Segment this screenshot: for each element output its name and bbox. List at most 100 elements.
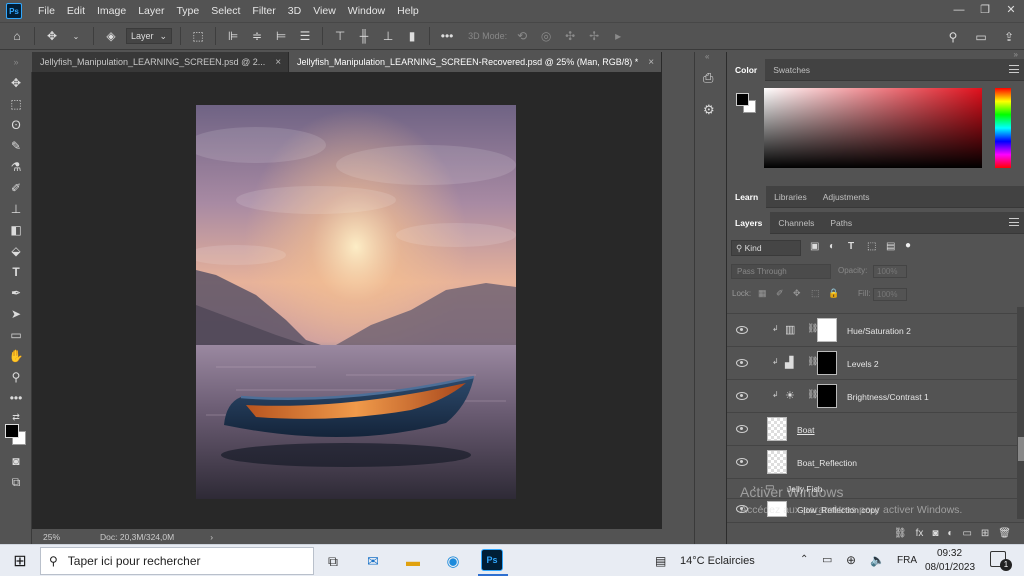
language-indicator[interactable]: FRA [897, 555, 917, 566]
tab-paths[interactable]: Paths [822, 212, 860, 234]
close-button[interactable]: ✕ [998, 0, 1024, 22]
new-adjustment-icon[interactable]: ◐ [947, 528, 953, 539]
distribute-vertical-icon[interactable]: ▮ [403, 27, 421, 45]
align-left-icon[interactable]: ⊫ [224, 27, 242, 45]
menu-layer[interactable]: Layer [132, 0, 170, 22]
layer-thumbnail[interactable] [767, 417, 787, 441]
tab-layers[interactable]: Layers [727, 211, 771, 234]
align-center-icon[interactable]: ≑ [248, 27, 266, 45]
visibility-eye-icon[interactable] [736, 326, 748, 334]
layer-mask-thumbnail[interactable] [817, 318, 837, 342]
layer-row[interactable]: ↲ ▟ ⛓ Levels 2 [727, 347, 1017, 380]
more-options-icon[interactable]: ••• [438, 27, 456, 45]
filter-toggle-icon[interactable]: ● [905, 240, 911, 251]
layer-row[interactable]: Boat [727, 413, 1017, 446]
hand-tool-icon[interactable]: ✋ [6, 347, 26, 365]
menu-file[interactable]: File [32, 0, 61, 22]
workspace-icon[interactable]: ▭ [972, 28, 990, 46]
gradient-tool-icon[interactable]: ⬙ [6, 242, 26, 260]
fill-input[interactable]: 100% [873, 288, 907, 301]
layer-row[interactable]: Boat_Reflection [727, 446, 1017, 479]
marquee-tool-icon[interactable]: ⬚ [6, 95, 26, 113]
lock-artboard-icon[interactable]: ⬚ [811, 288, 820, 299]
visibility-eye-icon[interactable] [736, 392, 748, 400]
collapse-arrows-icon[interactable]: « [705, 52, 709, 61]
menu-3d[interactable]: 3D [282, 0, 307, 22]
layer-row[interactable]: ↲ ▥ ⛓ Hue/Saturation 2 [727, 314, 1017, 347]
quick-mask-icon[interactable]: ◙ [6, 452, 26, 470]
filter-pixel-icon[interactable]: ▣ [810, 241, 819, 252]
minimize-button[interactable]: — [946, 0, 972, 22]
task-view-icon[interactable]: ⧉ [321, 549, 345, 573]
chevron-down-icon[interactable]: ⌄ [67, 27, 85, 45]
battery-icon[interactable]: ▭ [822, 553, 832, 566]
menu-window[interactable]: Window [342, 0, 391, 22]
weather-icon[interactable]: ▤ [655, 554, 666, 568]
lock-position-icon[interactable]: ✥ [793, 288, 801, 299]
tab-color[interactable]: Color [727, 58, 766, 81]
move-tool-icon[interactable]: ✥ [6, 74, 26, 92]
type-tool-icon[interactable]: T [6, 263, 26, 281]
pan-3d-icon[interactable]: ✣ [561, 27, 579, 45]
toolbar-collapse[interactable]: » [0, 52, 32, 72]
scrollbar-thumb[interactable] [1018, 437, 1024, 461]
menu-image[interactable]: Image [91, 0, 132, 22]
clock-date[interactable]: 08/01/2023 [925, 562, 975, 573]
orbit-3d-icon[interactable]: ⟲ [513, 27, 531, 45]
chevron-up-icon[interactable]: ⌃ [800, 554, 808, 565]
status-menu-arrow[interactable]: › [210, 532, 213, 542]
restore-button[interactable]: ❐ [972, 0, 998, 22]
filter-type-icon[interactable]: T [848, 241, 854, 252]
distribute-icon[interactable]: ☰ [296, 27, 314, 45]
share-icon[interactable]: ⇪ [1000, 28, 1018, 46]
home-icon[interactable]: ⌂ [8, 27, 26, 45]
edge-browser-icon[interactable]: ◉ [441, 549, 465, 573]
tab-document-1[interactable]: Jellyfish_Manipulation_LEARNING_SCREEN.p… [32, 52, 289, 72]
taskbar-search[interactable]: ⚲ Taper ici pour rechercher [40, 547, 314, 575]
menu-view[interactable]: View [307, 0, 342, 22]
lock-image-icon[interactable]: ✐ [776, 288, 784, 299]
pen-tool-icon[interactable]: ✒ [6, 284, 26, 302]
new-layer-icon[interactable]: ⊞ [981, 528, 989, 539]
lock-all-icon[interactable]: 🔒 [828, 288, 839, 299]
clock-time[interactable]: 09:32 [937, 548, 962, 559]
zoom-tool-icon[interactable]: ⚲ [6, 368, 26, 386]
layer-mask-thumbnail[interactable] [817, 384, 837, 408]
close-tab-icon[interactable]: × [275, 57, 281, 68]
eraser-tool-icon[interactable]: ◧ [6, 221, 26, 239]
filter-smart-object-icon[interactable]: ▤ [886, 241, 895, 252]
panel-menu-icon[interactable] [1009, 218, 1019, 226]
tab-swatches[interactable]: Swatches [765, 59, 818, 81]
menu-filter[interactable]: Filter [246, 0, 281, 22]
document-image[interactable] [196, 105, 516, 499]
properties-panel-icon[interactable]: ⚙ [703, 102, 715, 118]
auto-select-icon[interactable]: ◈ [102, 27, 120, 45]
path-select-tool-icon[interactable]: ➤ [6, 305, 26, 323]
tab-learn[interactable]: Learn [727, 185, 767, 208]
close-tab-icon[interactable]: × [648, 57, 654, 68]
align-right-icon[interactable]: ⊨ [272, 27, 290, 45]
layer-filter-dropdown[interactable]: ⚲ Kind [731, 240, 801, 256]
more-tools-icon[interactable]: ••• [6, 389, 26, 407]
volume-icon[interactable]: 🔈 [870, 553, 885, 567]
mail-icon[interactable]: ✉ [361, 549, 385, 573]
align-middle-icon[interactable]: ╫ [355, 27, 373, 45]
rectangle-tool-icon[interactable]: ▭ [6, 326, 26, 344]
eyedropper-tool-icon[interactable]: ⚗ [6, 158, 26, 176]
foreground-color-swatch[interactable] [736, 93, 749, 106]
photoshop-taskbar-icon[interactable]: Ps [481, 549, 503, 571]
zoom-level[interactable]: 25% [43, 532, 60, 542]
visibility-eye-icon[interactable] [736, 458, 748, 466]
network-icon[interactable]: ⊕ [846, 553, 856, 567]
file-explorer-icon[interactable]: ▬ [401, 549, 425, 573]
align-bottom-icon[interactable]: ⊥ [379, 27, 397, 45]
color-picker-field[interactable] [764, 88, 982, 168]
video-3d-icon[interactable]: ▸ [609, 27, 627, 45]
tab-document-2[interactable]: Jellyfish_Manipulation_LEARNING_SCREEN-R… [289, 52, 662, 72]
collapse-arrows-icon[interactable]: » [1014, 50, 1018, 59]
layer-thumbnail[interactable] [767, 450, 787, 474]
search-icon[interactable]: ⚲ [944, 28, 962, 46]
lasso-tool-icon[interactable]: ʘ [6, 116, 26, 134]
stamp-tool-icon[interactable]: ⊥ [6, 200, 26, 218]
tab-libraries[interactable]: Libraries [766, 186, 815, 208]
